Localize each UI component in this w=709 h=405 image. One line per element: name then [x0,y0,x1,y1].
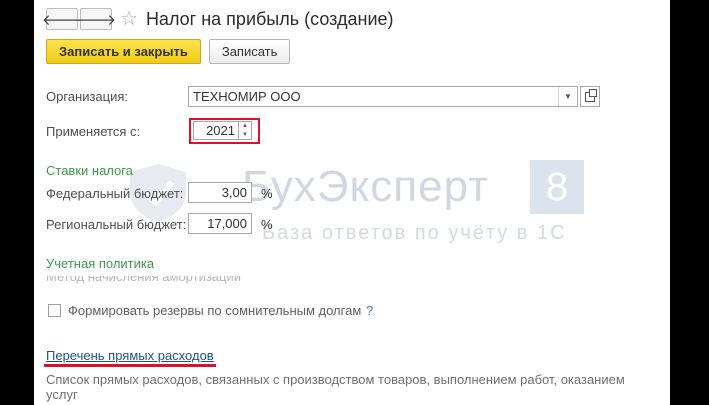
red-underline-mark [44,364,216,367]
watermark-badge: 8 [530,160,584,214]
direct-costs-link[interactable]: Перечень прямых расходов [46,348,214,363]
open-window-icon [585,88,597,102]
regional-budget-label: Региональный бюджет: [46,217,187,232]
save-button[interactable]: Записать [208,39,291,64]
cut-off-row: Метод начисления амортизации [46,276,266,284]
organization-label: Организация: [46,89,129,104]
federal-budget-label: Федеральный бюджет: [46,186,184,201]
regional-percent-sign: % [261,217,273,232]
save-and-close-button[interactable]: Записать и закрыть [46,39,201,64]
watermark-brand: БухЭксперт [242,162,490,211]
form-panel: 🡐 🡒 ☆ Налог на прибыль (создание) Записа… [34,0,670,405]
title-bar: 🡐 🡒 ☆ Налог на прибыль (создание) [42,6,394,32]
spin-down-icon[interactable]: ▼ [242,132,248,138]
open-organization-button[interactable] [580,86,600,107]
accounting-policy-section-title: Учетная политика [46,256,155,271]
spin-up-icon[interactable]: ▲ [242,123,248,129]
regional-rate-field[interactable]: 17,000 [188,213,252,234]
organization-field[interactable]: ТЕХНОМИР ООО ▼ [188,86,578,107]
dropdown-arrow-icon[interactable]: ▼ [558,87,577,106]
command-bar: Записать и закрыть Записать [46,39,291,64]
applies-from-label: Применяется с: [46,124,141,139]
federal-rate-field[interactable]: 3,00 [188,182,252,203]
reserves-label[interactable]: Формировать резервы по сомнительным долг… [68,303,361,318]
organization-value: ТЕХНОМИР ООО [193,89,301,104]
tax-rates-section-title: Ставки налога [46,163,133,178]
cut-off-text: Метод начисления амортизации [46,276,242,284]
reserves-checkbox[interactable] [48,304,61,317]
back-button[interactable]: 🡐 [42,8,82,30]
help-icon[interactable]: ? [366,303,373,318]
arrow-right-icon: 🡒 [75,11,117,29]
direct-costs-description: Список прямых расходов, связанных с прои… [46,372,625,402]
federal-percent-sign: % [261,186,273,201]
year-spinner[interactable]: ▲ ▼ [239,121,252,140]
year-field[interactable]: 2021 [193,121,239,140]
star-icon[interactable]: ☆ [120,9,138,29]
forward-button[interactable]: 🡒 [76,8,116,30]
page-title: Налог на прибыль (создание) [145,8,394,29]
watermark-tagline: База ответов по учёту в 1С [262,222,567,244]
